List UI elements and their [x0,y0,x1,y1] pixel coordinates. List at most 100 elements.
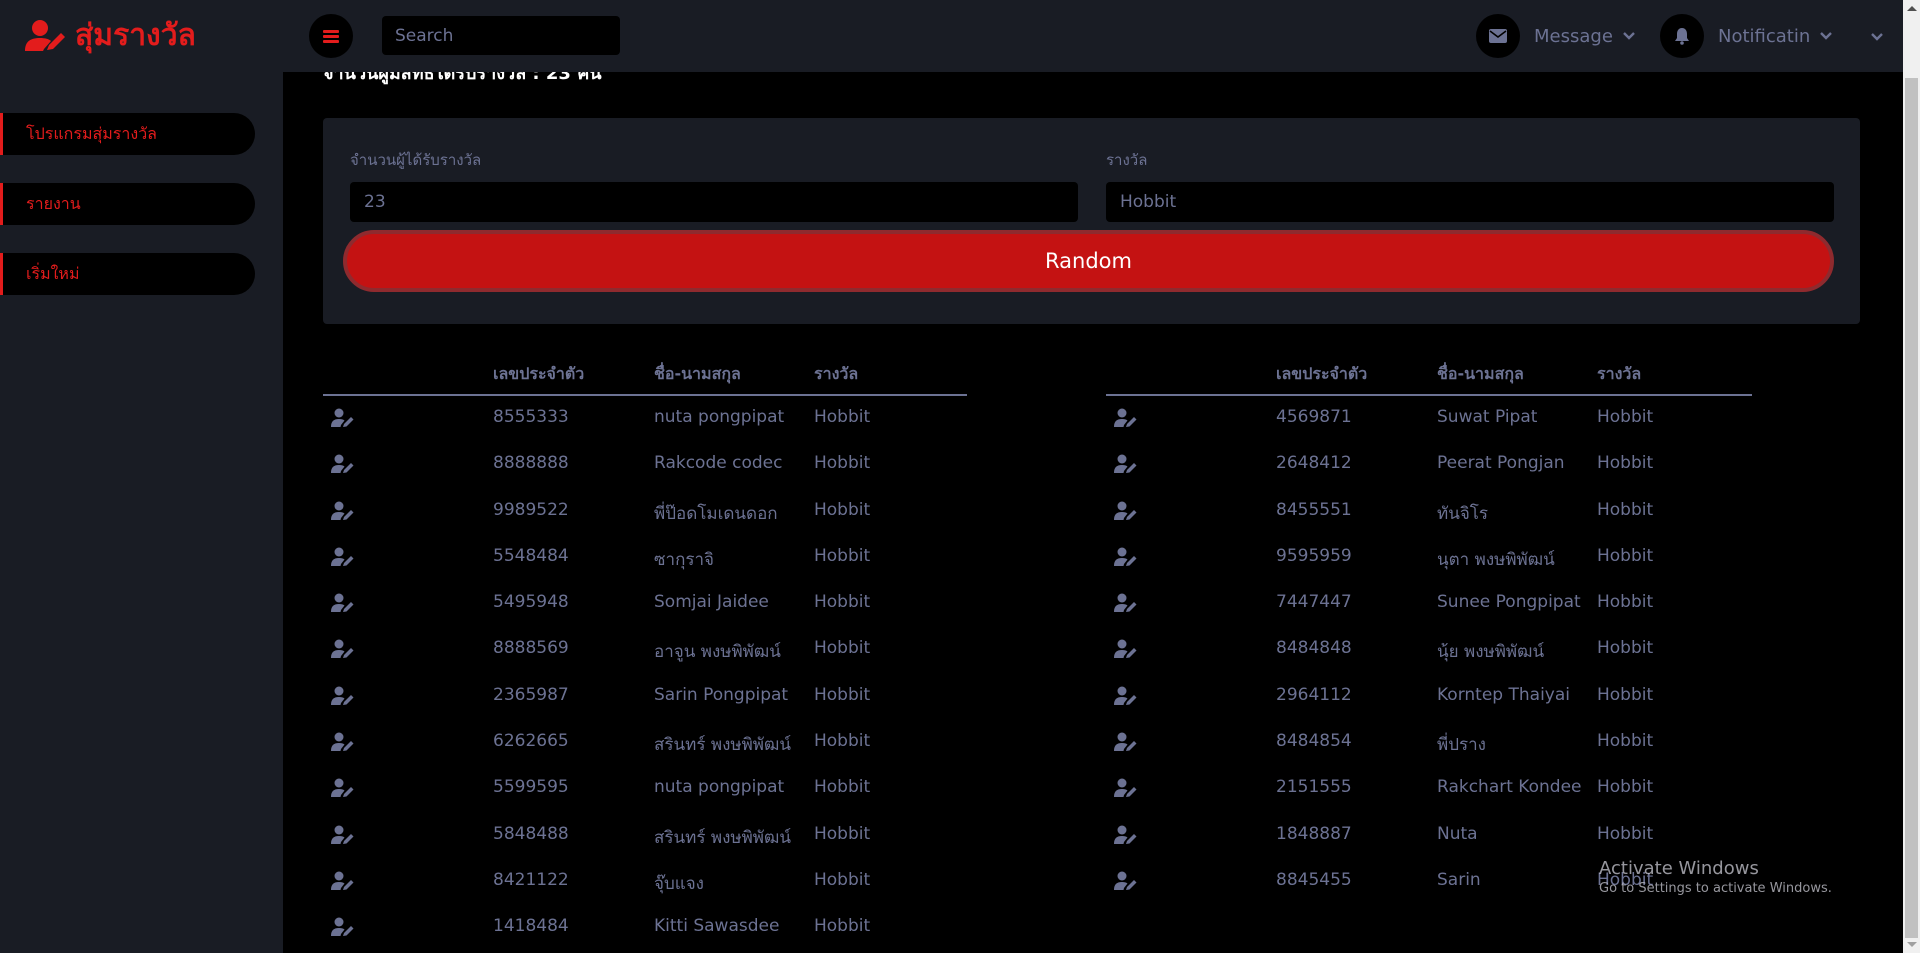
user-edit-icon[interactable] [331,454,355,474]
cell-name: สรินทร์ พงษพิพัฒน์ [654,827,791,848]
user-edit-icon[interactable] [1114,454,1138,474]
user-edit-icon[interactable] [1114,686,1138,706]
cell-id: 8484854 [1276,731,1352,752]
user-edit-icon[interactable] [331,547,355,567]
cell-prize: Hobbit [814,823,871,844]
user-edit-icon[interactable] [1114,639,1138,659]
cell-id: 5599595 [493,777,569,798]
table-row: 8484854 พี่ปราง Hobbit [1106,720,1752,766]
cell-id: 2365987 [493,684,569,705]
scrollbar-thumb[interactable] [1905,78,1918,938]
cell-prize: Hobbit [814,407,871,427]
menu-toggle-button[interactable] [309,14,353,58]
cell-prize: Hobbit [1597,823,1654,844]
user-edit-icon[interactable] [331,408,355,428]
table-row: 5848488 สรินทร์ พงษพิพัฒน์ Hobbit [323,813,967,859]
cell-prize: Hobbit [1597,731,1654,752]
hamburger-icon [323,29,339,43]
watermark-subtitle: Go to Settings to activate Windows. [1599,881,1832,896]
cell-id: 8484848 [1276,638,1352,659]
table-row: 8555333 nuta pongpipat Hobbit [323,396,967,442]
column-header-prize: รางวัล [814,364,859,383]
cell-id: 9595959 [1276,545,1352,566]
cell-prize: Hobbit [814,499,871,520]
user-edit-icon[interactable] [1114,593,1138,613]
page-scrollbar[interactable] [1903,0,1920,953]
user-edit-icon[interactable] [331,639,355,659]
column-header-id: เลขประจำตัว [493,364,585,383]
cell-prize: Hobbit [1597,499,1654,520]
cell-name: อาจูน พงษพิพัฒน์ [654,642,781,663]
profile-chevron-down-icon[interactable] [1871,30,1885,44]
user-edit-icon[interactable] [331,686,355,706]
cell-name: Sarin Pongpipat [654,684,789,705]
cell-name: Sunee Pongpipat [1437,592,1581,613]
cell-name: พี่ป๊อดโมเดนดอก [654,503,778,524]
cell-prize: Hobbit [814,684,871,705]
table-row: 2648412 Peerat Pongjan Hobbit [1106,442,1752,488]
table-row: 1418484 Kitti Sawasdee Hobbit [323,905,967,951]
search-input[interactable] [382,16,620,55]
cell-prize: Hobbit [1597,545,1654,566]
random-button[interactable]: Random [343,230,1834,292]
cell-id: 8421122 [493,869,569,890]
table-row: 7447447 Sunee Pongpipat Hobbit [1106,581,1752,627]
cell-prize: Hobbit [814,916,871,937]
cell-id: 8888569 [493,638,569,659]
cell-id: 7447447 [1276,592,1352,613]
scroll-down-arrow-icon[interactable] [1907,942,1917,947]
notification-icon-button[interactable] [1660,14,1704,58]
cell-name: Rakchart Kondee [1437,777,1582,798]
cell-name: นุ้ย พงษพิพัฒน์ [1437,642,1545,663]
message-dropdown[interactable]: Message [1476,14,1637,58]
sidebar: โปรแกรมสุ่มรางวัล รายงาน เริ่มใหม่ [0,72,283,953]
cell-name: ซากุราจิ [654,549,715,570]
table-row: 2151555 Rakchart Kondee Hobbit [1106,766,1752,812]
user-edit-icon[interactable] [331,825,355,845]
cell-prize: Hobbit [814,592,871,613]
sidebar-item-restart[interactable]: เริ่มใหม่ [0,253,255,295]
user-edit-icon[interactable] [331,593,355,613]
user-edit-icon[interactable] [331,778,355,798]
winner-count-input[interactable] [350,182,1078,222]
table-row: 5548484 ซากุราจิ Hobbit [323,535,967,581]
cell-id: 1848887 [1276,823,1352,844]
user-edit-icon[interactable] [1114,732,1138,752]
user-edit-icon[interactable] [1114,778,1138,798]
user-edit-icon[interactable] [331,917,355,937]
cell-id: 2151555 [1276,777,1352,798]
cell-id: 8455551 [1276,499,1352,520]
activate-windows-watermark: Activate Windows Go to Settings to activ… [1599,858,1832,896]
cell-name: Rakcode codec [654,453,783,474]
winner-count-label: จำนวนผู้ได้รับรางวัล [350,151,482,169]
cell-name: Nuta [1437,823,1478,844]
table-header: เลขประจำตัว ชื่อ-นามสกุล รางวัล [1106,350,1752,396]
sidebar-item-random-program[interactable]: โปรแกรมสุ่มรางวัล [0,113,255,155]
message-icon-button[interactable] [1476,14,1520,58]
user-edit-icon[interactable] [1114,501,1138,521]
cell-id: 2648412 [1276,453,1352,474]
user-edit-icon[interactable] [331,732,355,752]
cell-name: Korntep Thaiyai [1437,684,1570,705]
cell-prize: Hobbit [1597,453,1654,474]
user-edit-icon[interactable] [1114,408,1138,428]
notification-dropdown[interactable]: Notificatin [1660,14,1834,58]
cell-prize: Hobbit [814,777,871,798]
sidebar-item-report[interactable]: รายงาน [0,183,255,225]
user-edit-icon [25,19,65,51]
column-header-name: ชื่อ-นามสกุล [1437,364,1524,383]
table-row: 8888569 อาจูน พงษพิพัฒน์ Hobbit [323,627,967,673]
top-navbar: สุ่มรางวัล Message Notificatin [0,0,1903,72]
user-edit-icon[interactable] [1114,871,1138,891]
cell-prize: Hobbit [1597,592,1654,613]
cell-id: 5548484 [493,545,569,566]
user-edit-icon[interactable] [331,501,355,521]
user-edit-icon[interactable] [1114,547,1138,567]
prize-input[interactable] [1106,182,1834,222]
scroll-up-arrow-icon[interactable] [1907,6,1917,11]
cell-name: Kitti Sawasdee [654,916,780,937]
user-edit-icon[interactable] [331,871,355,891]
brand-logo[interactable]: สุ่มรางวัล [25,12,196,59]
user-edit-icon[interactable] [1114,825,1138,845]
chevron-down-icon [1623,29,1637,43]
